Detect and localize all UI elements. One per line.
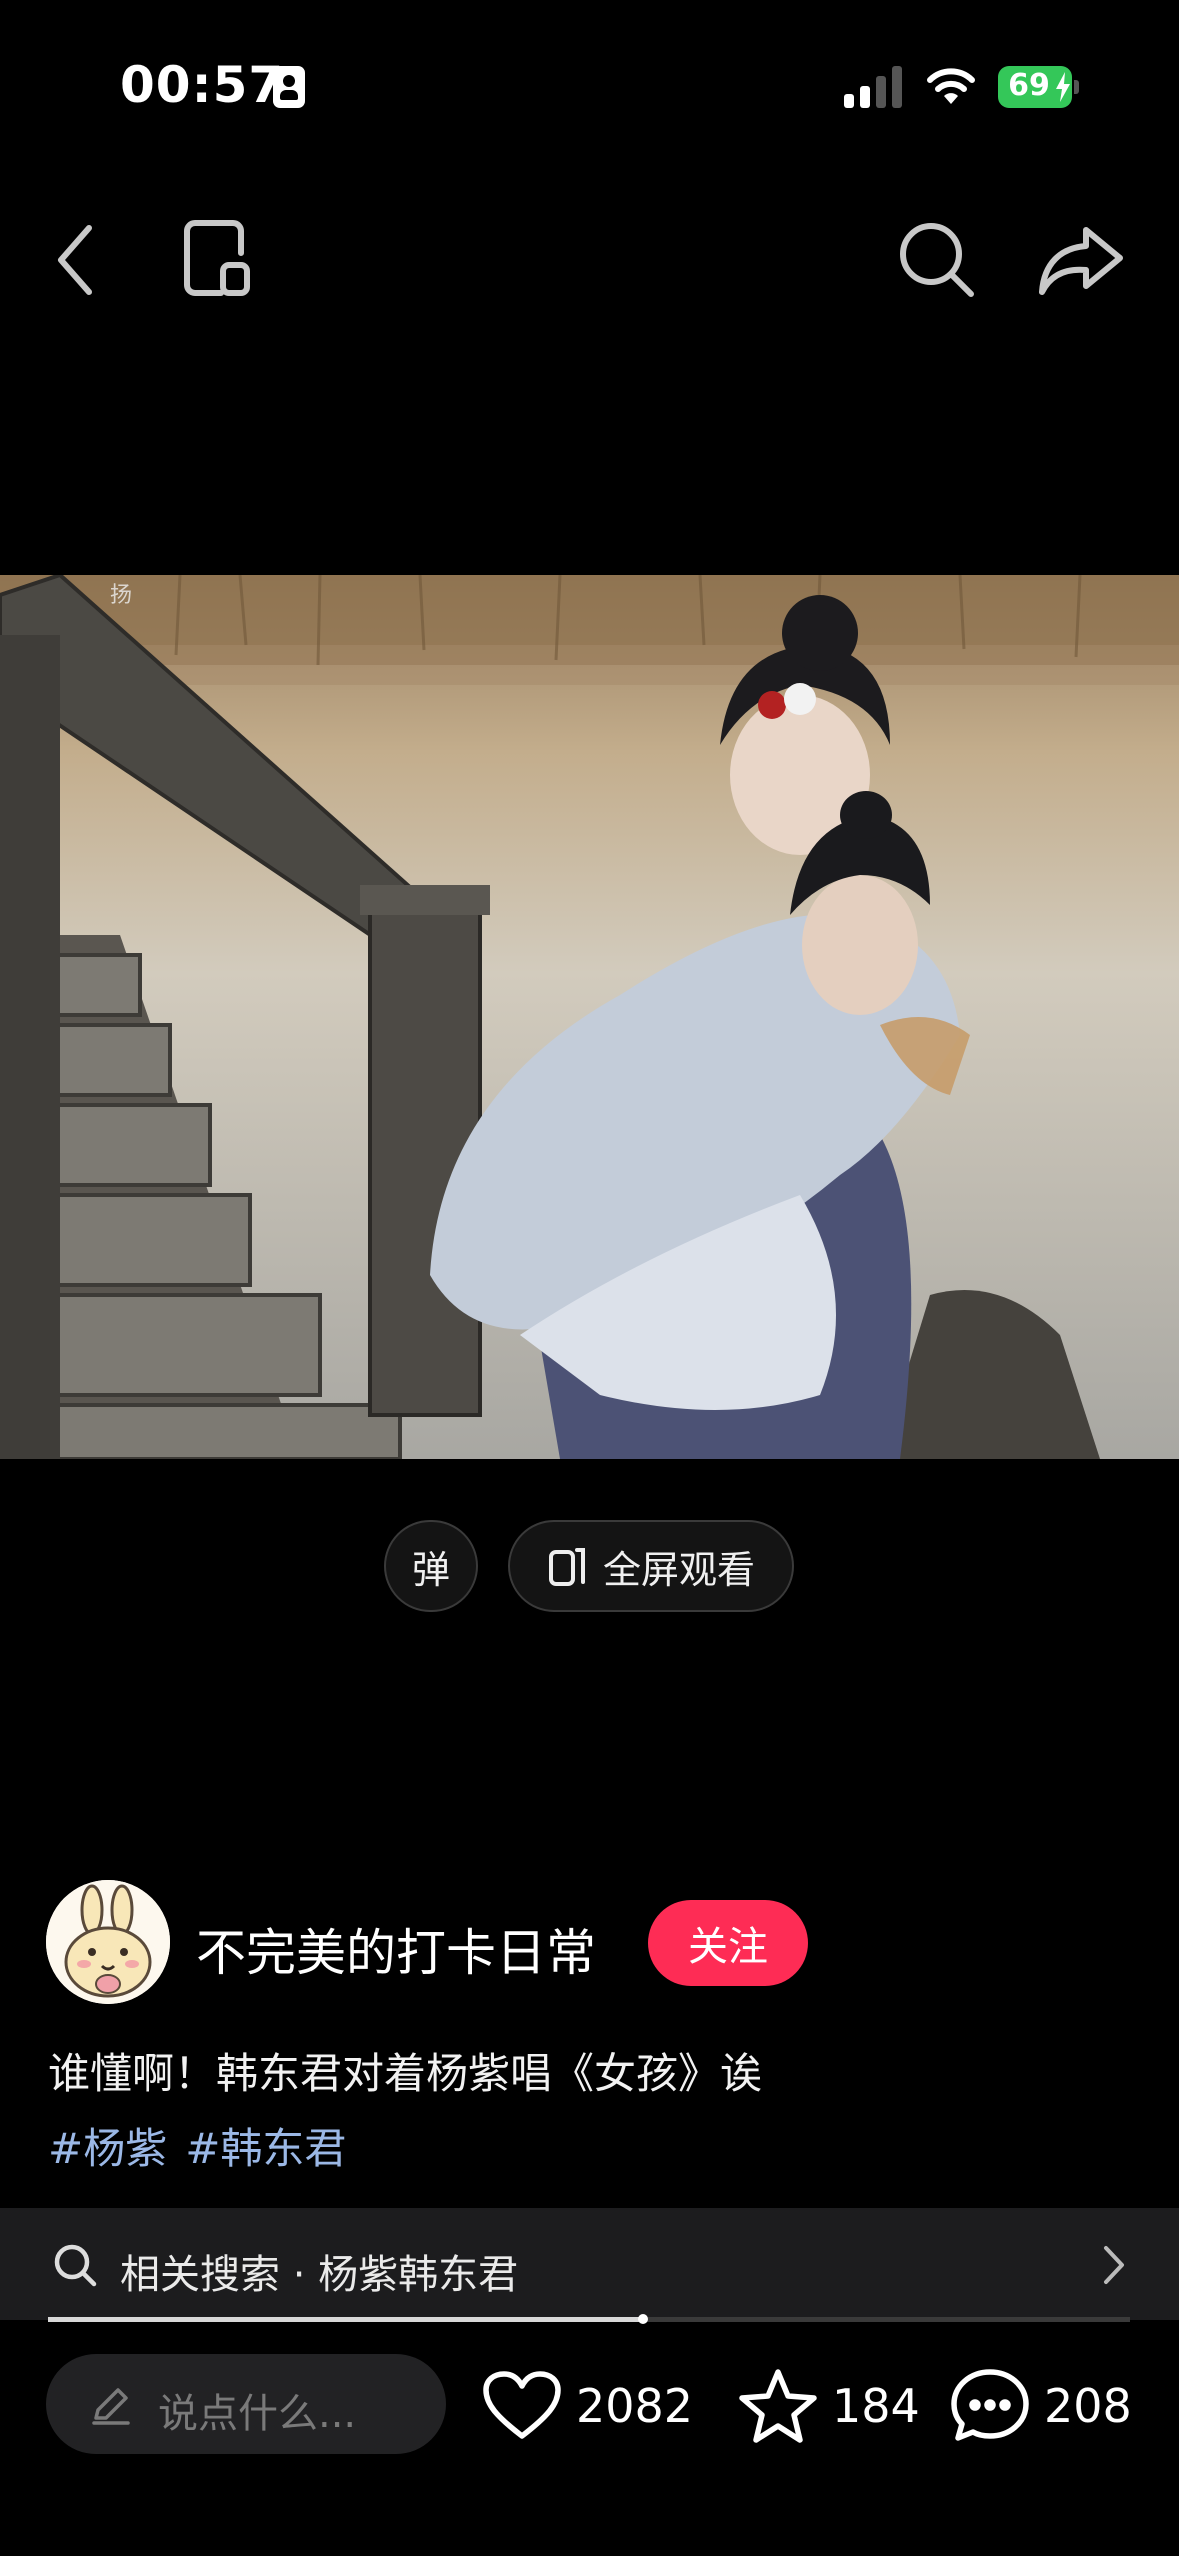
comment-input[interactable]: 说点什么... — [46, 2354, 446, 2454]
floating-window-button[interactable] — [176, 215, 266, 305]
hashtag-link[interactable]: #韩东君 — [185, 2115, 346, 2176]
battery-icon: 69 — [998, 66, 1079, 108]
video-frame-illustration — [0, 575, 1179, 1459]
favorite-button[interactable]: 184 — [738, 2366, 920, 2446]
search-icon — [900, 223, 974, 297]
chevron-right-icon — [1104, 2246, 1124, 2284]
video-player[interactable]: 扬 — [0, 575, 1179, 1459]
status-time: 00:57 — [120, 56, 285, 114]
danmu-toggle-button[interactable]: 弹 — [384, 1520, 478, 1612]
mini-window-icon — [184, 220, 250, 296]
favorite-count: 184 — [832, 2379, 920, 2433]
wifi-icon — [924, 64, 978, 108]
related-search-bar[interactable]: 相关搜索 · 杨紫韩东君 — [0, 2208, 1179, 2320]
post-caption: 谁懂啊！韩东君对着杨紫唱《女孩》诶 — [48, 2049, 763, 2098]
author-avatar[interactable] — [46, 1880, 170, 2004]
comment-button[interactable]: 208 — [950, 2366, 1132, 2446]
rotate-screen-icon — [548, 1548, 585, 1586]
danmu-label: 弹 — [411, 1547, 450, 1592]
star-icon — [739, 2369, 817, 2443]
chevron-left-icon — [58, 225, 92, 295]
like-button[interactable]: 2082 — [482, 2366, 693, 2446]
share-button[interactable] — [1036, 215, 1126, 305]
fullscreen-label: 全屏观看 — [602, 1547, 755, 1592]
back-button[interactable] — [32, 215, 122, 305]
follow-button[interactable]: 关注 — [648, 1900, 808, 1986]
contact-card-icon — [273, 66, 305, 108]
battery-level: 69 — [1008, 68, 1050, 103]
search-button[interactable] — [892, 215, 982, 305]
comment-bubble-icon — [951, 2369, 1029, 2441]
bunny-avatar-icon — [46, 1880, 170, 2004]
search-icon — [54, 2244, 97, 2287]
author-name[interactable]: 不完美的打卡日常 — [196, 1913, 596, 1985]
progress-fill — [48, 2317, 644, 2322]
progress-knob[interactable] — [638, 2314, 649, 2324]
like-count: 2082 — [576, 2379, 694, 2433]
share-arrow-icon — [1039, 227, 1123, 295]
cellular-signal-icon — [844, 64, 906, 108]
hashtag-link[interactable]: #杨紫 — [48, 2115, 167, 2176]
comment-placeholder: 说点什么... — [158, 2391, 357, 2437]
related-search-label: 相关搜索 · 杨紫韩东君 — [120, 2252, 519, 2298]
heart-icon — [483, 2371, 561, 2439]
pencil-icon — [92, 2388, 130, 2425]
fullscreen-button[interactable]: 全屏观看 — [508, 1520, 794, 1612]
video-progress-bar[interactable] — [48, 2314, 1130, 2324]
status-bar: 00:57 69 — [0, 0, 1179, 170]
video-watermark: 扬 — [110, 583, 133, 608]
hashtag-list: #杨紫 #韩东君 — [48, 2115, 346, 2176]
comment-count: 208 — [1044, 2379, 1132, 2433]
